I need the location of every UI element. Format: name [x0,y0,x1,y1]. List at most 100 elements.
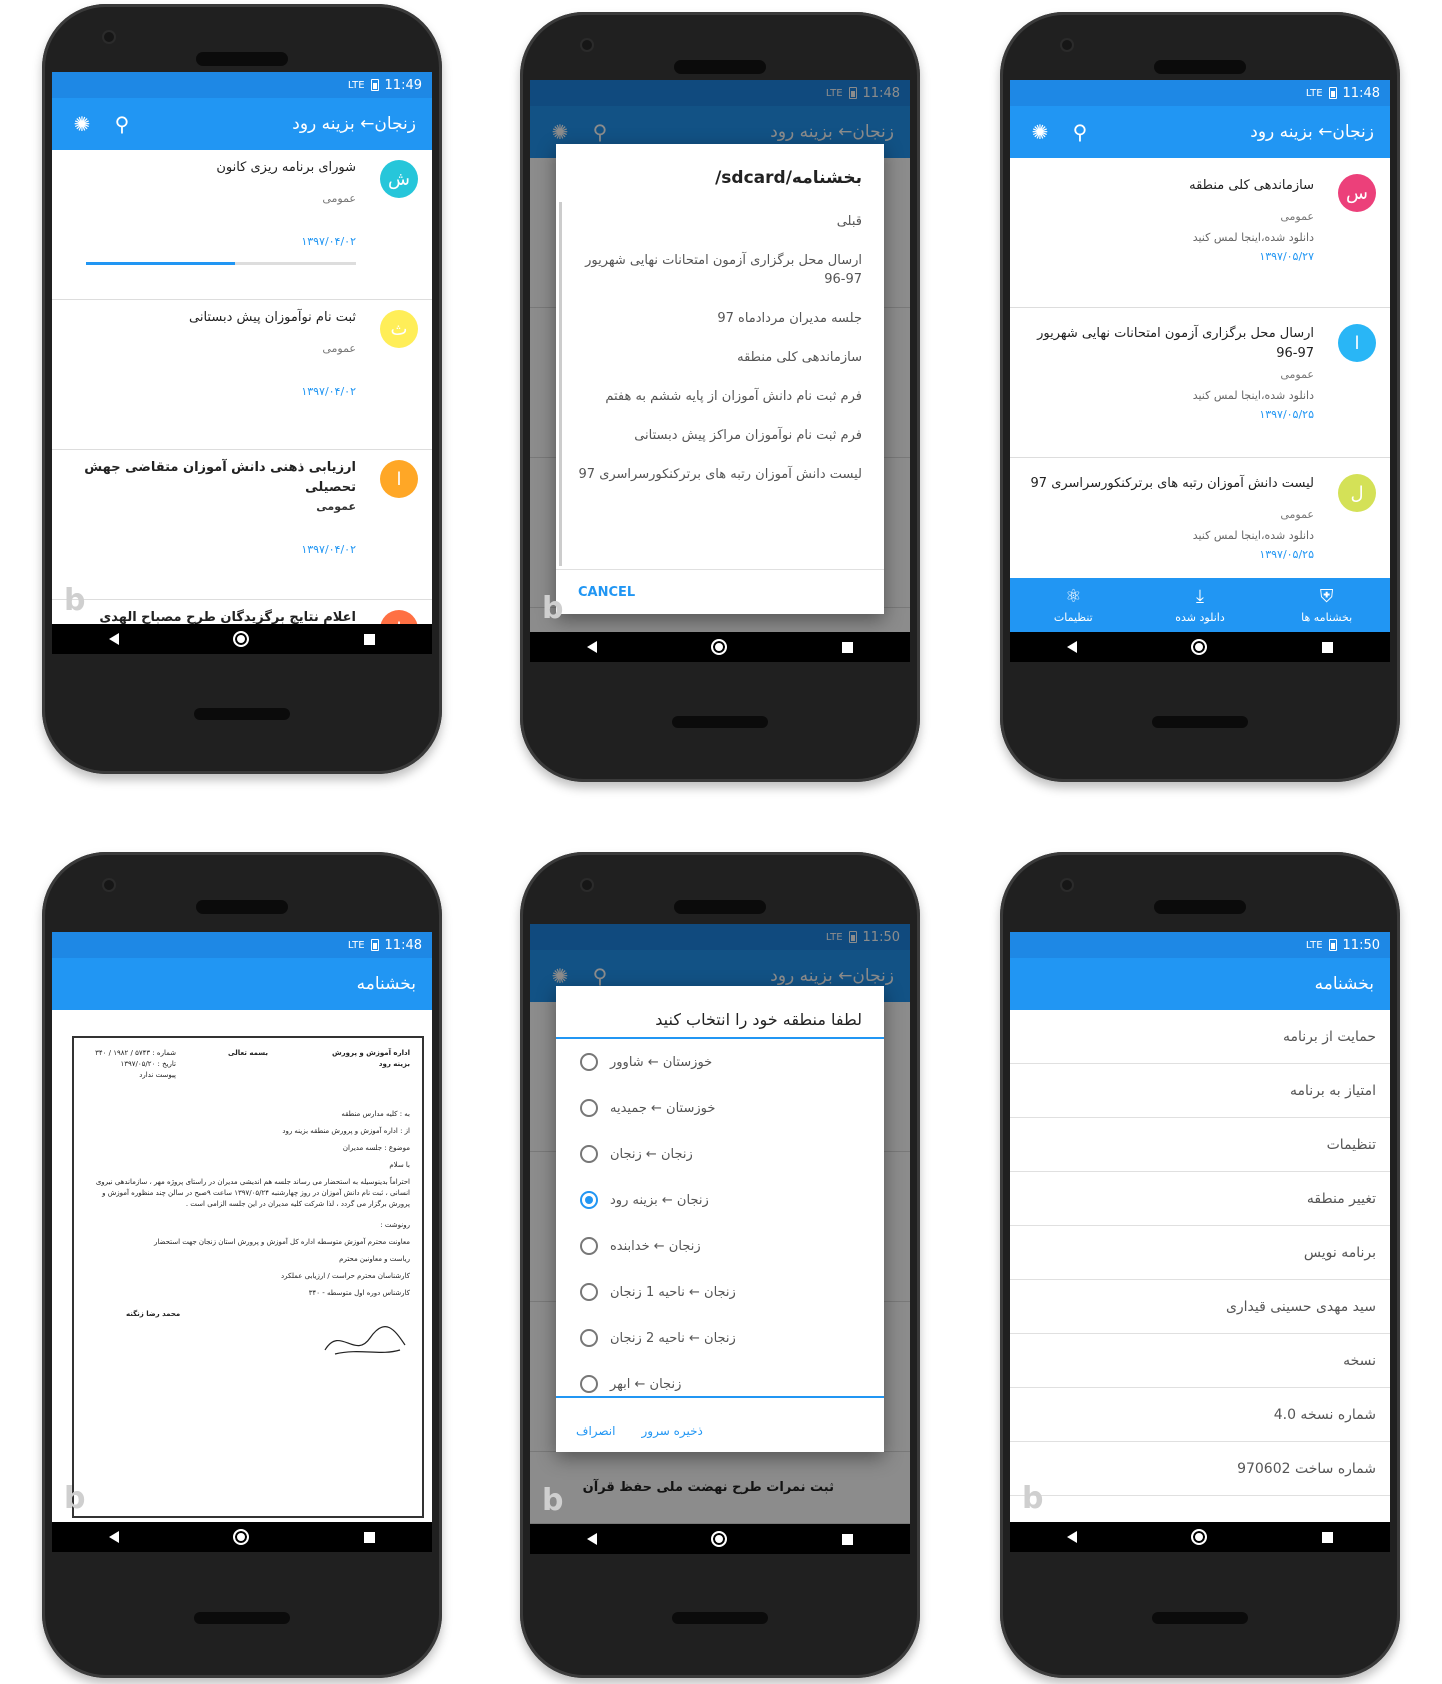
region-option[interactable]: زنجان ← ابهر [556,1361,884,1407]
item-date: ۱۳۹۷/۰۵/۲۵ [1259,408,1314,421]
recents-icon[interactable] [1321,1531,1333,1543]
settings-menu: حمایت از برنامه امتیاز به برنامه تنظیمات تغ… [1010,1010,1390,1496]
tab-settings[interactable]: ⚛ تنظیمات [1010,578,1137,632]
menu-item[interactable]: تنظیمات [1010,1118,1390,1172]
doc-date: تاریخ : ۱۳۹۷/۰۵/۲۰ [120,1060,177,1068]
region-option[interactable]: زنجان ← ناحیه 1 زنجان [556,1269,884,1315]
item-date: ۱۳۹۷/۰۴/۰۲ [301,543,356,556]
region-option[interactable]: زنجان ← بزینه رود [556,1177,884,1223]
recents-icon[interactable] [363,633,375,645]
logo-icon[interactable]: ✺ [1026,118,1054,146]
menu-item[interactable]: برنامه نویس [1010,1226,1390,1280]
item-status[interactable]: دانلود شده،اینجا لمس کنید [1022,231,1314,244]
region-option-label: زنجان ← ناحیه 1 زنجان [610,1284,736,1300]
file-item[interactable]: جلسه مدیران مردادماه 97 [556,299,884,338]
save-button[interactable]: ذخیره سرور [641,1424,702,1438]
chin-speaker [672,716,768,728]
file-item[interactable]: قبلی [556,202,884,241]
atom-icon: ⚛ [1065,586,1082,607]
item-date: ۱۳۹۷/۰۵/۲۵ [1259,548,1314,561]
item-date: ۱۳۹۷/۰۴/۰۲ [301,385,356,398]
item-title: شورای برنامه ریزی کانون [216,160,356,175]
doc-cc-line: ریاست و معاونین محترم [339,1255,410,1263]
back-icon[interactable] [1067,1531,1078,1543]
radio-button[interactable] [580,1237,598,1255]
download-icon: ⤓ [1196,586,1204,607]
list-item[interactable]: ا ارسال محل برگزاری آزمون امتحانات نهایی… [1010,308,1390,458]
item-category: عمومی [322,342,356,355]
region-option[interactable]: زنجان ← ناحیه 2 زنجان [556,1315,884,1361]
doc-signer: محمد رضا زنگنه [126,1310,181,1318]
radio-button[interactable] [580,1053,598,1071]
file-item[interactable]: سازماندهی کلی منطقه [556,338,884,377]
list-item[interactable]: ش شورای برنامه ریزی کانون عمومی ۱۳۹۷/۰۴/… [52,150,432,300]
back-icon[interactable] [1067,641,1078,653]
radio-button[interactable] [580,1191,598,1209]
tab-label: دانلود شده [1175,611,1225,624]
file-item[interactable]: ارسال محل برگزاری آزمون امتحانات نهایی ش… [556,241,884,299]
home-icon[interactable] [1191,639,1208,655]
home-icon[interactable] [711,1531,728,1547]
radio-button[interactable] [580,1375,598,1393]
list-item[interactable]: س سازماندهی کلی منطقه عمومی دانلود شده،ا… [1010,158,1390,308]
avatar: س [1338,174,1376,212]
doc-heading: بسمه تعالی [227,1049,269,1057]
radio-button[interactable] [580,1283,598,1301]
tab-downloaded[interactable]: ⤓ دانلود شده [1137,578,1264,632]
tab-circulars[interactable]: ⛨ بخشنامه ها [1263,578,1390,632]
file-item[interactable]: فرم ثبت نام نوآموزان مراکز پیش دبستانی [556,416,884,455]
region-option[interactable]: زنجان ← زنجان [556,1131,884,1177]
menu-item[interactable]: حمایت از برنامه [1010,1010,1390,1064]
home-icon[interactable] [1191,1529,1208,1545]
earpiece [674,900,766,914]
menu-item[interactable]: تغییر منطقه [1010,1172,1390,1226]
list-item[interactable]: ا ارزیابی ذهنی دانش آموزان متقاضی جهش تح… [52,450,432,600]
recents-icon[interactable] [1321,641,1333,653]
region-option-label: خوزستان ← شاوور [610,1054,713,1070]
radio-button[interactable] [580,1099,598,1117]
phone-4: LTE 11:48 بخشنامه اداره آموزش و پرورش بزی… [42,852,442,1678]
region-option[interactable]: خوزستان ← شاوور [556,1039,884,1085]
avatar: ا [380,460,418,498]
phone-2: LTE 11:48 زنجان← بزینه رود ⚲ ✺ بخشنامه/sd… [520,12,920,782]
region-option[interactable]: زنجان ← خدابنده [556,1223,884,1269]
back-icon[interactable] [109,1531,120,1543]
home-icon[interactable] [711,639,728,655]
document-viewer[interactable]: اداره آموزش و پرورش بزینه رود بسمه تعالی… [72,1036,424,1518]
search-icon[interactable]: ⚲ [1066,118,1094,146]
menu-item[interactable]: امتیاز به برنامه [1010,1064,1390,1118]
file-item[interactable]: فرم ثبت نام دانش آموزان از پایه ششم به ه… [556,377,884,416]
radio-button[interactable] [580,1329,598,1347]
front-camera [582,40,592,50]
watermark-logo: b [542,1483,564,1518]
cancel-button[interactable]: انصراف [576,1424,615,1438]
home-icon[interactable] [233,631,250,647]
home-icon[interactable] [233,1529,250,1545]
watermark-logo: b [1022,1481,1044,1516]
recents-icon[interactable] [841,1533,853,1545]
chin-speaker [194,708,290,720]
earpiece [1154,60,1246,74]
file-list [559,202,562,566]
search-icon[interactable]: ⚲ [108,110,136,138]
cancel-button[interactable]: CANCEL [578,585,635,600]
tab-label: تنظیمات [1053,611,1093,624]
watermark-logo: b [542,591,564,626]
back-icon[interactable] [587,1533,598,1545]
file-item[interactable]: لیست دانش آموزان رتبه های برترکنکورسراسر… [556,455,884,494]
recents-icon[interactable] [841,641,853,653]
region-option-label: زنجان ← زنجان [610,1146,693,1162]
app-bar: بخشنامه [52,958,432,1010]
avatar: ل [1338,474,1376,512]
radio-button[interactable] [580,1145,598,1163]
system-nav-bar [530,632,910,662]
logo-icon[interactable]: ✺ [68,110,96,138]
network-label: LTE [347,939,365,951]
back-icon[interactable] [109,633,120,645]
region-option[interactable]: خوزستان ← جمیدیه [556,1085,884,1131]
back-icon[interactable] [587,641,598,653]
recents-icon[interactable] [363,1531,375,1543]
item-status[interactable]: دانلود شده،اینجا لمس کنید [1022,529,1314,542]
list-item[interactable]: ث ثبت نام نوآموزان پیش دبستانی عمومی ۱۳۹… [52,300,432,450]
item-status[interactable]: دانلود شده،اینجا لمس کنید [1022,389,1314,402]
